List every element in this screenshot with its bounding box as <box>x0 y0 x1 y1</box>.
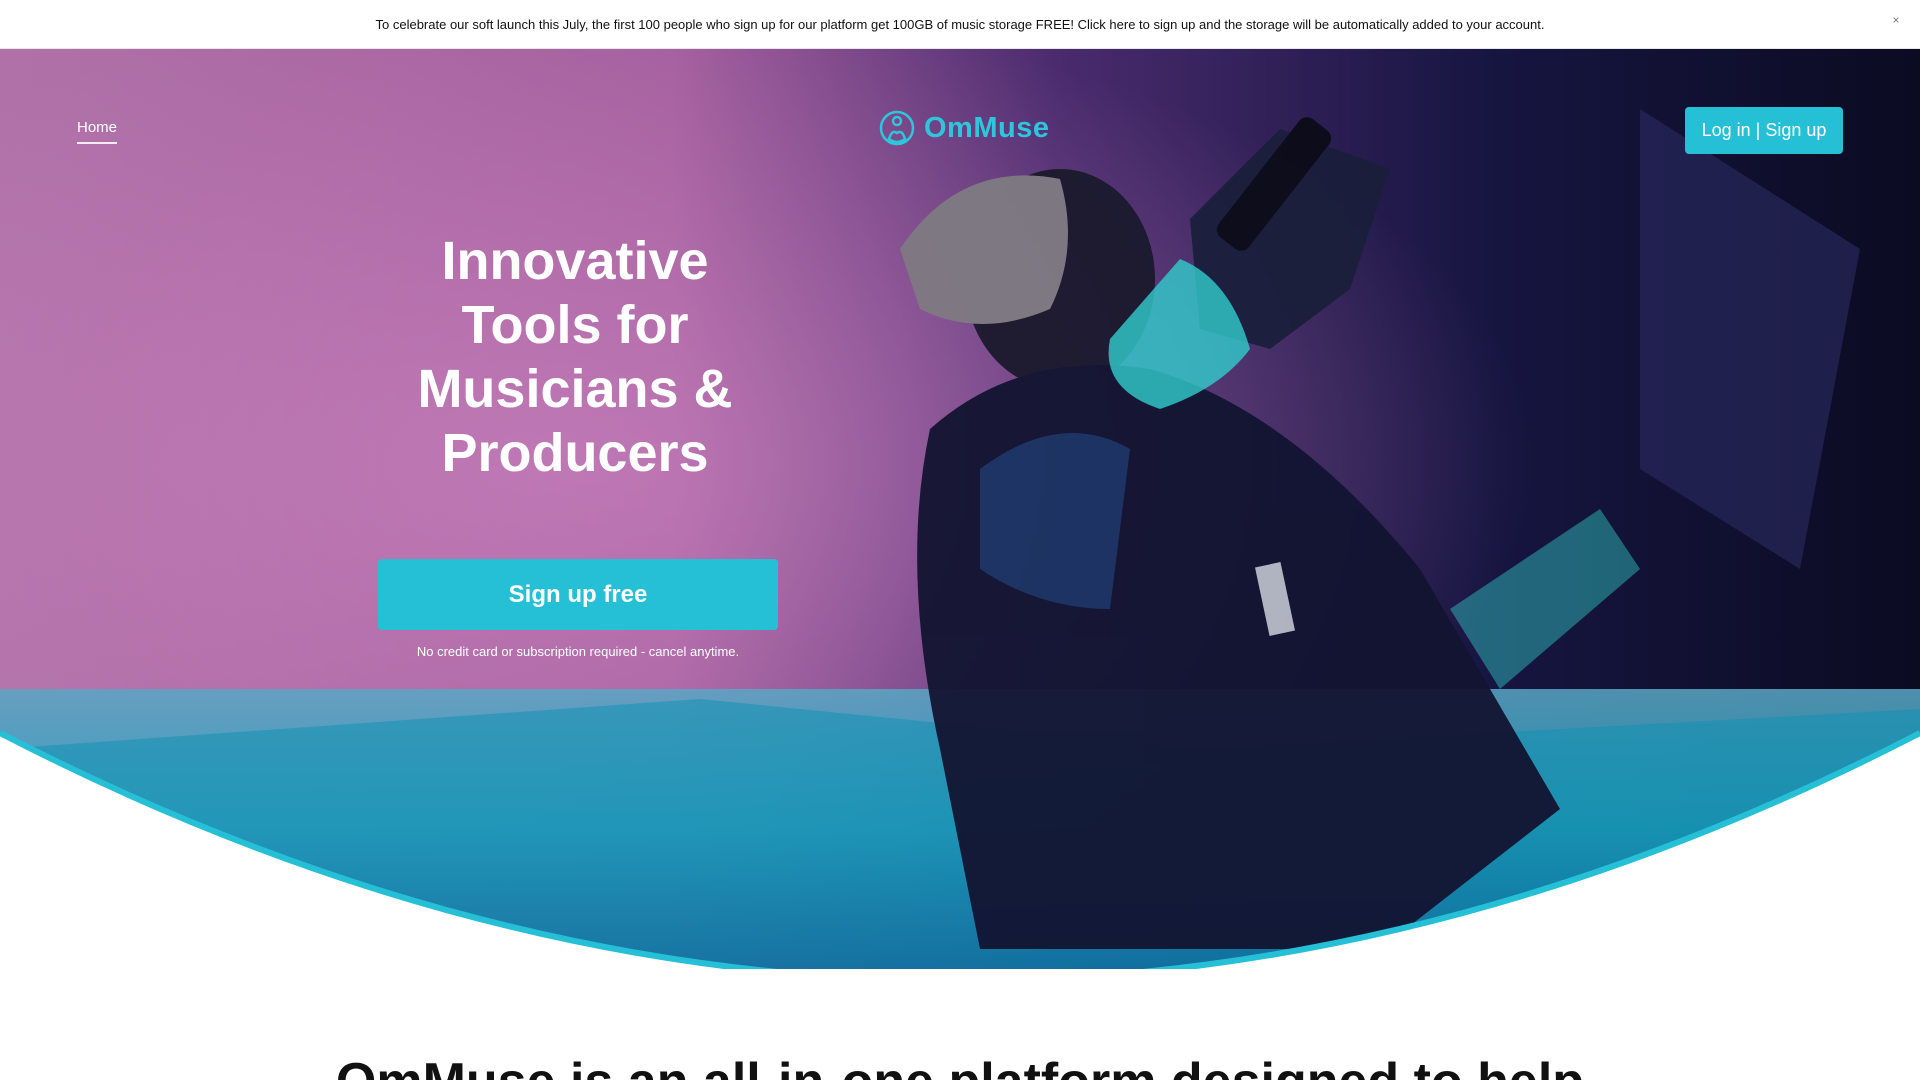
brand-name: OmMuse <box>924 111 1050 144</box>
brand-logo[interactable]: OmMuse <box>878 109 1049 147</box>
hero-section: Home OmMuse Log in | Sign up Innovative … <box>0 49 1920 969</box>
cta-note: No credit card or subscription required … <box>416 644 740 659</box>
login-signup-button[interactable]: Log in | Sign up <box>1685 107 1843 154</box>
ommuse-logo-icon <box>879 110 915 146</box>
hero-background-image <box>0 49 1920 969</box>
nav-home-link[interactable]: Home <box>77 119 118 144</box>
close-icon[interactable]: × <box>1888 12 1904 28</box>
announcement-bar[interactable]: To celebrate our soft launch this July, … <box>0 0 1920 49</box>
section-heading: OmMuse is an all-in-one platform designe… <box>0 1052 1920 1080</box>
announcement-text[interactable]: To celebrate our soft launch this July, … <box>376 17 1545 32</box>
hero-headline: Innovative Tools for Musicians & Produce… <box>417 231 733 483</box>
signup-free-button[interactable]: Sign up free <box>378 559 778 630</box>
